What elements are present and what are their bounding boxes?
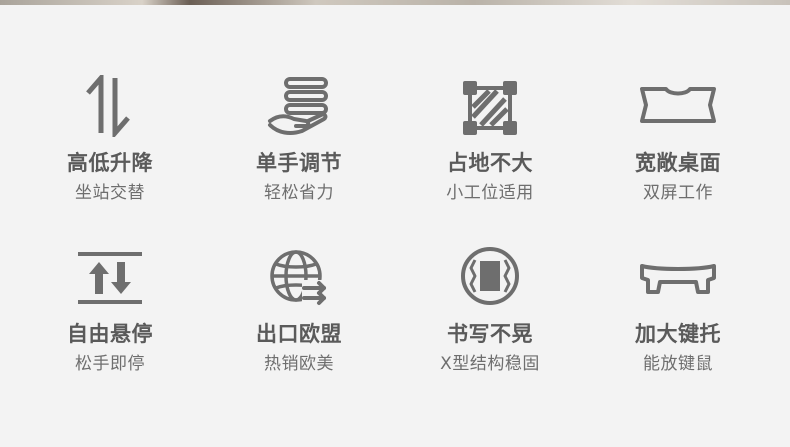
feature-compact: 占地不大 小工位适用 [410,75,570,203]
stable-structure-icon [410,246,570,308]
feature-subtitle: 坐站交替 [75,183,145,203]
compact-area-icon [410,75,570,137]
feature-free-hover: 自由悬停 松手即停 [30,246,190,374]
feature-title: 单手调节 [256,151,342,175]
feature-subtitle: 双屏工作 [643,183,713,203]
feature-subtitle: 小工位适用 [446,183,534,203]
feature-height-adjust: 高低升降 坐站交替 [30,75,190,203]
feature-subtitle: 轻松省力 [264,183,334,203]
hover-stop-icon [30,246,190,308]
globe-export-icon [219,246,379,308]
feature-title: 书写不晃 [447,322,533,346]
feature-wide-desktop: 宽敞桌面 双屏工作 [598,75,758,203]
feature-title: 高低升降 [67,151,153,175]
hand-icon [219,75,379,137]
feature-subtitle: 能放键鼠 [643,354,713,374]
desktop-surface-icon [598,75,758,137]
feature-subtitle: X型结构稳固 [440,354,540,374]
feature-stable-writing: 书写不晃 X型结构稳固 [410,246,570,374]
feature-title: 自由悬停 [67,322,153,346]
up-down-arrows-icon [30,75,190,137]
feature-one-hand: 单手调节 轻松省力 [219,75,379,203]
feature-title: 宽敞桌面 [635,151,721,175]
feature-export-eu: 出口欧盟 热销欧美 [219,246,379,374]
feature-subtitle: 热销欧美 [264,354,334,374]
feature-title: 出口欧盟 [256,322,342,346]
feature-subtitle: 松手即停 [75,354,145,374]
feature-title: 加大键托 [635,322,721,346]
keyboard-tray-icon [598,246,758,308]
feature-keyboard-tray: 加大键托 能放键鼠 [598,246,758,374]
feature-title: 占地不大 [447,151,533,175]
product-photo-edge [0,0,790,5]
